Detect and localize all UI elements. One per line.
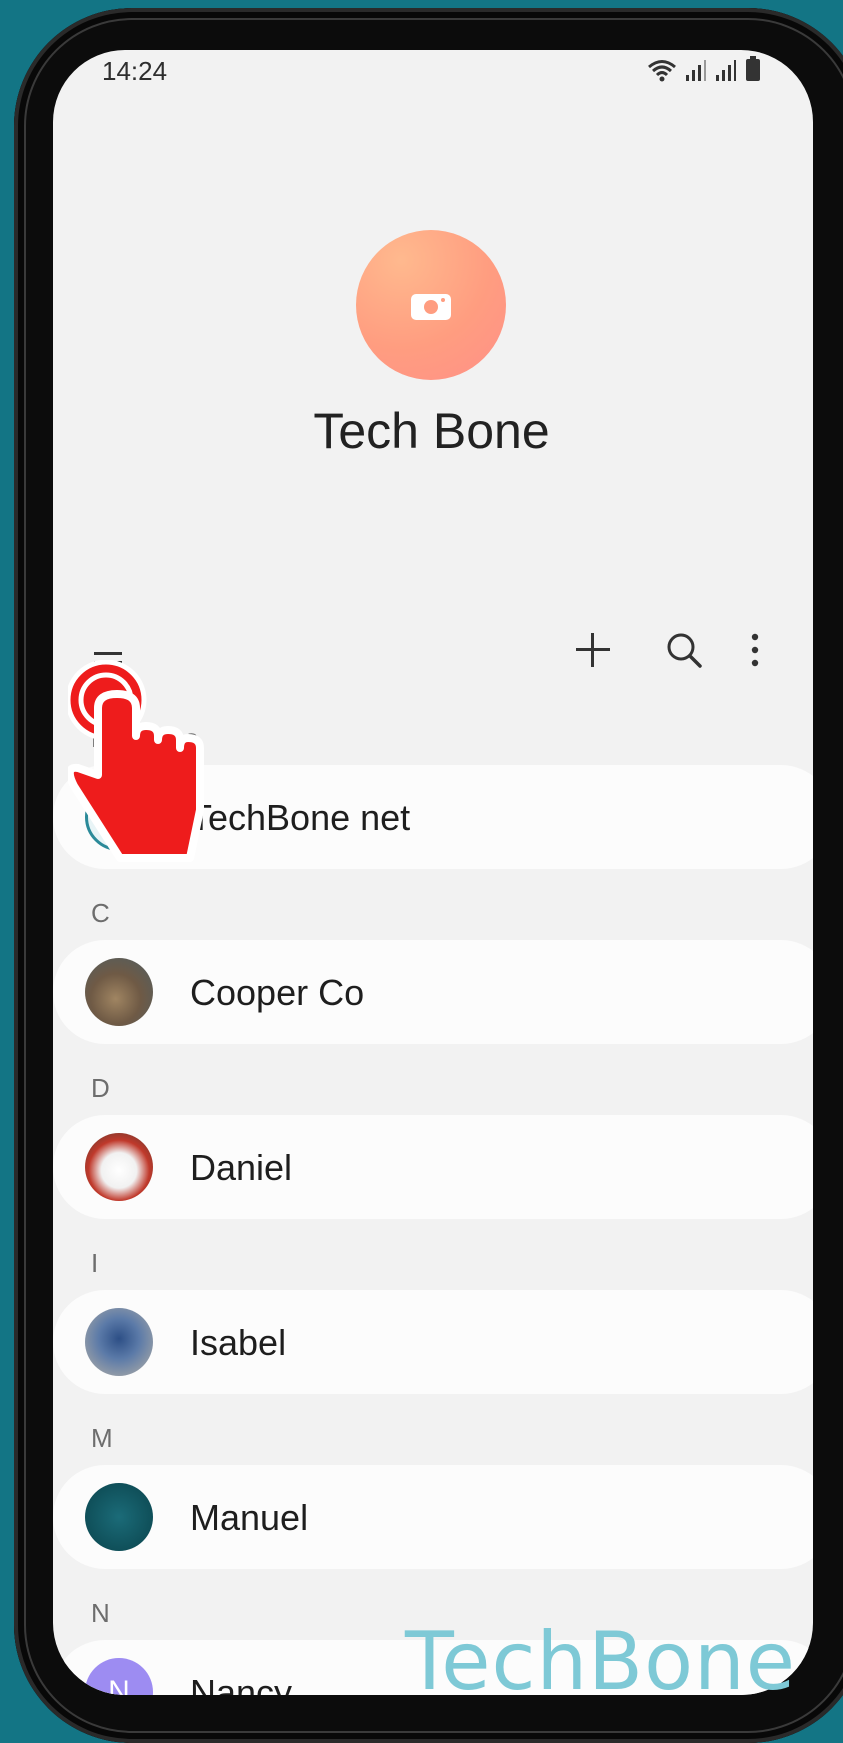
more-vertical-icon	[751, 633, 759, 667]
contact-name: Isabel	[190, 1322, 287, 1363]
contact-avatar	[85, 1308, 153, 1376]
wifi-icon	[648, 60, 676, 82]
contact-name: Manuel	[190, 1497, 309, 1538]
contact-avatar	[85, 958, 153, 1026]
contact-avatar	[85, 1483, 153, 1551]
status-icons	[647, 56, 761, 82]
section-letter-m: M	[91, 1423, 113, 1453]
contact-row-daniel[interactable]: Daniel	[53, 1115, 813, 1219]
camera-icon	[411, 294, 451, 320]
contact-name: Nancy	[190, 1672, 293, 1695]
contact-row-cooper-co[interactable]: Cooper Co	[53, 940, 813, 1044]
battery-icon	[746, 56, 760, 81]
phone-screen: 14:24 Tech Bone TechBone net C Cooper Co…	[53, 50, 813, 1695]
contact-row-isabel[interactable]: Isabel	[53, 1290, 813, 1394]
contact-name: TechBone net	[190, 797, 411, 838]
section-letter-i: I	[91, 1248, 99, 1278]
avatar-initial: N	[108, 1675, 130, 1695]
status-bar: 14:24	[53, 50, 813, 110]
search-icon	[667, 633, 702, 668]
more-options-button[interactable]	[720, 615, 790, 685]
section-letter-d: D	[91, 1073, 110, 1103]
add-contact-button[interactable]	[558, 615, 628, 685]
section-letter-n: N	[91, 1598, 110, 1628]
contact-name: Daniel	[190, 1147, 293, 1188]
tap-hand-icon	[68, 660, 204, 862]
contact-avatar: N	[85, 1658, 153, 1695]
status-time: 14:24	[102, 56, 168, 86]
section-letter-c: C	[91, 898, 110, 928]
profile-name: Tech Bone	[313, 403, 550, 459]
search-button[interactable]	[649, 615, 719, 685]
profile-avatar[interactable]	[356, 230, 506, 380]
contact-name: Cooper Co	[190, 972, 365, 1013]
contact-row-manuel[interactable]: Manuel	[53, 1465, 813, 1569]
plus-icon	[576, 633, 610, 667]
contact-avatar	[85, 1133, 153, 1201]
watermark: TechBone	[405, 1615, 796, 1708]
signal-icon-2	[716, 60, 736, 81]
signal-icon-1	[686, 60, 706, 81]
